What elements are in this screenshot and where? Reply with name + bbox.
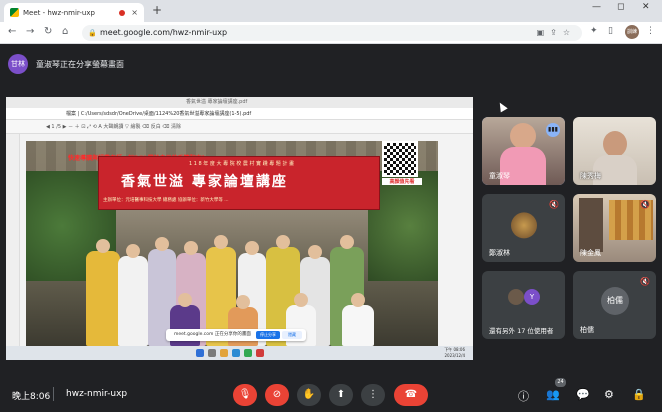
speaking-indicator-icon: ▮▮▮ <box>546 123 560 137</box>
site-info-icon[interactable]: 🔒 <box>88 25 97 41</box>
hide-sharing-pill-button[interactable]: 隱藏 <box>282 331 302 339</box>
extensions-icon[interactable]: ✦ <box>590 26 598 36</box>
chrome-icon <box>244 349 252 357</box>
minimize-window-button[interactable]: — <box>592 2 601 12</box>
participant-name: 童淑琴 <box>489 172 510 180</box>
pdf-sidebar <box>6 134 20 346</box>
activities-icon[interactable]: ⚙ <box>604 388 614 401</box>
meet-favicon-icon <box>10 8 19 17</box>
participant-name: 柏儒 <box>580 326 594 334</box>
sign-subtitle: 1 1 8 年 度 大 專 院 校 農 村 實 踐 專 題 計 畫 <box>189 161 294 167</box>
participant-tile[interactable]: 陳秀梅 <box>573 117 656 185</box>
participant-tile[interactable]: 🔇 陳金鳳 <box>573 194 656 262</box>
maximize-window-button[interactable]: ◻ <box>617 2 624 12</box>
taskbar-clock-date: 2023/12/4 <box>444 353 465 358</box>
mona-lisa-avatar <box>510 212 537 239</box>
mic-off-icon: 🔇 <box>640 200 650 209</box>
sign-title: 香氣世溢 專家論壇講座 <box>121 174 288 190</box>
qr-code-icon <box>382 141 418 177</box>
event-banner-sign: 1 1 8 年 度 大 專 院 校 農 村 實 踐 專 題 計 畫 香氣世溢 專… <box>98 156 380 210</box>
home-icon[interactable]: ⌂ <box>62 26 68 37</box>
pdf-window-title: 香氣世溢 專家論壇講座.pdf <box>6 97 473 108</box>
stop-sharing-button[interactable]: 停止分享 <box>256 331 280 339</box>
tab-meet[interactable]: Meet - hwz-nmir-uxp × <box>4 3 144 22</box>
more-options-icon[interactable]: ⋮ <box>361 384 385 406</box>
present-screen-icon[interactable]: ⬆ <box>329 384 353 406</box>
participant-tile[interactable]: ▮▮▮ 童淑琴 <box>482 117 565 185</box>
end-call-icon[interactable]: ☎ <box>394 384 428 406</box>
address-bar[interactable]: 🔒 meet.google.com/hwz-nmir-uxp ▣⇪☆ <box>82 25 582 41</box>
back-icon[interactable]: ← <box>8 26 16 37</box>
participant-tile[interactable]: 🔇 鄭淑林 <box>482 194 565 262</box>
meeting-code: hwz-nmir-uxp <box>66 389 128 399</box>
browser-toolbar: ← → ↻ ⌂ 🔒 meet.google.com/hwz-nmir-uxp ▣… <box>0 22 662 44</box>
camera-toggle-icon[interactable]: ⊘ <box>265 384 289 406</box>
people-count-badge: 24 <box>555 378 566 387</box>
participant-avatar: 柏儒 <box>601 287 629 315</box>
pdf-address: 檔案 | C:/Users/sdsdr/OneDrive/桌面/1124%20香… <box>6 108 473 120</box>
event-photo: 快速導讀與評鑑老師一起DIY 屬於自己的香精配方！ 1 1 8 年 度 大 專 … <box>26 141 438 346</box>
sidebar-icon[interactable]: ▯ <box>608 26 613 36</box>
mic-toggle-icon[interactable]: 🎙 <box>233 384 257 406</box>
participant-name: 陳金鳳 <box>580 249 601 257</box>
meeting-info-icon[interactable]: ⓘ <box>518 388 529 404</box>
browser-tab-strip: Meet - hwz-nmir-uxp × + — ◻ ✕ <box>0 0 662 22</box>
tab-title: Meet - hwz-nmir-uxp <box>23 8 95 17</box>
person <box>342 293 374 346</box>
sharing-pill-text: meet.google.com 正在分享你的畫面 <box>174 332 251 337</box>
participant-figure <box>579 198 603 252</box>
tab-close-icon[interactable]: × <box>131 8 138 17</box>
close-window-button[interactable]: ✕ <box>642 2 650 12</box>
presenting-text: 童淑琴正在分享螢幕畫面 <box>36 59 124 69</box>
new-tab-button[interactable]: + <box>152 3 162 17</box>
others-count-label: 還有另外 17 位使用者 <box>489 327 554 335</box>
participant-face <box>603 131 627 157</box>
group-of-people <box>86 221 396 346</box>
folder-icon <box>220 349 228 357</box>
participant-name: 鄭淑林 <box>489 249 510 257</box>
others-tile[interactable]: Y 還有另外 17 位使用者 <box>482 271 565 339</box>
shared-screen[interactable]: 香氣世溢 專家論壇講座.pdf 檔案 | C:/Users/sdsdr/OneD… <box>6 97 473 360</box>
participant-avatar-letter: Y <box>524 289 540 305</box>
raise-hand-icon[interactable]: ✋ <box>297 384 321 406</box>
people-icon[interactable]: 👥 <box>546 388 560 401</box>
person <box>118 244 148 346</box>
profile-avatar[interactable]: 訓練 <box>625 25 639 39</box>
forward-icon[interactable]: → <box>26 26 34 37</box>
participant-avatar <box>508 289 524 305</box>
omnibox-actions-icon[interactable]: ▣⇪☆ <box>537 25 576 41</box>
participant-name: 陳秀梅 <box>580 172 601 180</box>
search-icon <box>208 349 216 357</box>
mouse-cursor-icon <box>496 100 508 113</box>
sign-organizer: 主辦單位：元培醫事科技大學 總務處 協辦單位：新竹大學等 ... <box>103 198 229 203</box>
pdf-app-icon <box>256 349 264 357</box>
pdf-toolbar: ◀ 1 /5 ▶ － ＋ ⊡ ⤢ ⟲ A 大聲朗讀 ▽ 繪製 ⌫ 反白 ⌫ 清除 <box>6 120 473 134</box>
start-icon <box>196 349 204 357</box>
presenter-avatar: 甘林 <box>8 54 28 74</box>
mic-off-icon: 🔇 <box>640 277 650 286</box>
mic-off-icon: 🔇 <box>549 200 559 209</box>
edge-icon <box>232 349 240 357</box>
participant-face <box>510 123 536 149</box>
recording-icon <box>119 9 126 16</box>
clock-time: 晚上8:06 <box>12 392 51 402</box>
participant-tile[interactable]: 柏儒 🔇 柏儒 <box>573 271 656 339</box>
person <box>86 239 120 346</box>
chrome-menu-icon[interactable]: ⋮ <box>646 26 655 36</box>
meet-sharing-pill: meet.google.com 正在分享你的畫面 停止分享 隱藏 <box>166 329 306 341</box>
presenting-banner: 甘林 童淑琴正在分享螢幕畫面 <box>8 52 188 76</box>
qr-label: 高顏值先看 <box>382 178 422 185</box>
chat-icon[interactable]: 💬 <box>576 388 590 401</box>
host-controls-icon[interactable]: 🔒 <box>632 388 646 401</box>
taskbar-clock: 下午 08:06 2023/12/4 <box>444 347 465 359</box>
url-text: meet.google.com/hwz-nmir-uxp <box>100 28 228 37</box>
shared-taskbar: 下午 08:06 2023/12/4 <box>6 346 473 360</box>
divider <box>53 387 54 401</box>
reload-icon[interactable]: ↻ <box>44 26 52 37</box>
